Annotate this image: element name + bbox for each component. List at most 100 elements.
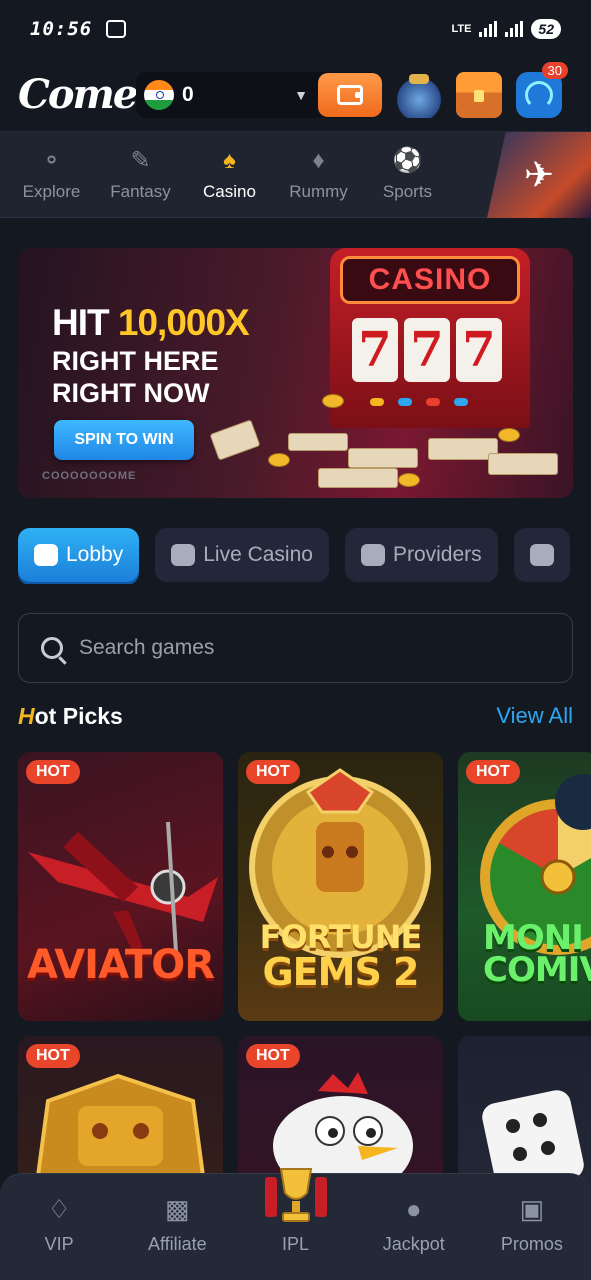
banner-line-2: RIGHT NOW	[52, 378, 210, 408]
chevron-down-icon[interactable]: ▼	[294, 87, 308, 103]
slot-machine-illustration: CASINO 7 7 7	[330, 248, 530, 428]
reel: 7	[456, 318, 502, 382]
signal-icon-2	[505, 21, 524, 37]
tab-label: Live Casino	[203, 543, 313, 566]
cash-stack	[209, 419, 261, 461]
play-icon	[171, 544, 196, 566]
nav-affiliate[interactable]: ▩ Affiliate	[118, 1194, 236, 1280]
balance-selector[interactable]: 0 ▼	[136, 71, 382, 118]
battery-indicator: 52	[531, 19, 561, 39]
promo-banner[interactable]: CASINO 7 7 7 HIT 10,000X RIGHT HERE RIGH…	[18, 248, 573, 498]
search-icon	[41, 637, 63, 659]
nav-label: IPL	[281, 1234, 310, 1254]
tab-providers[interactable]: Providers	[344, 528, 498, 582]
spade-icon: ♠	[223, 146, 236, 174]
soccer-ball-icon: ⚽	[392, 147, 423, 174]
support-icon[interactable]: 30	[516, 61, 568, 118]
coin	[322, 394, 344, 408]
nav-jackpot[interactable]: ● Jackpot	[355, 1194, 473, 1280]
category-nav: ⚬ Explore ✎ Fantasy ♠ Casino ♦ Rummy ⚽ S…	[0, 132, 591, 218]
gift-icon: ▣	[519, 1193, 545, 1224]
aviator-promo-thumbnail[interactable]: ✈	[487, 132, 591, 218]
nav-vip[interactable]: ♢ VIP	[0, 1194, 118, 1280]
banner-hit-text: HIT	[52, 302, 110, 343]
cash-stack	[348, 448, 418, 468]
game-card-aviator[interactable]: HOT AVIATOR	[18, 752, 223, 1021]
banner-line-1: RIGHT HERE	[52, 346, 219, 376]
category-label: Explore	[22, 181, 81, 201]
category-label: Sports	[382, 181, 433, 201]
cards-icon: ♦	[312, 146, 325, 174]
balance-value: 0	[182, 82, 194, 106]
coin	[268, 453, 290, 467]
hot-badge: HOT	[26, 760, 80, 784]
trophy-icon[interactable]	[263, 1163, 329, 1231]
game-card-fortune-gems-2[interactable]: HOT FORTUNE GEMS 2	[238, 752, 443, 1021]
app-logo[interactable]: Come	[18, 71, 138, 118]
casino-sign: CASINO	[340, 256, 520, 304]
category-sports[interactable]: ⚽ Sports	[363, 147, 452, 202]
coin	[498, 428, 520, 442]
slot-buttons	[370, 398, 468, 406]
status-indicators: LTE 52	[451, 19, 561, 39]
nav-promos[interactable]: ▣ Promos	[473, 1194, 591, 1280]
category-label: Rummy	[289, 181, 348, 201]
reel: 7	[404, 318, 450, 382]
casino-tabs: Lobby Live Casino Providers	[18, 528, 591, 584]
gamepad-icon	[34, 544, 58, 566]
diamond-icon: ♢	[47, 1193, 71, 1224]
category-label: Fantasy	[110, 181, 171, 201]
banner-amount: 10,000X	[117, 302, 250, 343]
provider-icon	[360, 544, 385, 566]
status-time: 10:56	[30, 18, 93, 40]
category-casino[interactable]: ♠ Casino	[185, 146, 274, 202]
hot-picks-title-rest: ot Picks	[34, 703, 123, 729]
tab-label: Providers	[392, 543, 482, 566]
tab-label: Lobby	[66, 543, 124, 566]
spin-to-win-button[interactable]: SPIN TO WIN	[54, 420, 194, 460]
cash-stack	[488, 453, 558, 475]
game-title-line2: GEMS 2	[262, 950, 419, 994]
tab-slots[interactable]	[513, 528, 570, 582]
tab-lobby[interactable]: Lobby	[18, 528, 140, 582]
treasure-chest-icon[interactable]	[456, 71, 502, 118]
network-label: LTE	[451, 23, 472, 35]
hot-badge: HOT	[246, 1044, 300, 1068]
category-fantasy[interactable]: ✎ Fantasy	[96, 147, 185, 202]
notification-badge: 30	[541, 61, 568, 79]
status-bar: 10:56 LTE 52	[0, 0, 591, 58]
game-title: AVIATOR	[26, 942, 215, 988]
cash-stack	[318, 468, 398, 488]
wallet-button[interactable]	[318, 72, 382, 117]
cash-stack	[288, 433, 348, 451]
app-header: Come 0 ▼ 30	[0, 58, 591, 132]
game-card-money-coming[interactable]: HOT MONI COMIV	[458, 752, 591, 1021]
tab-live-casino[interactable]: Live Casino	[155, 528, 329, 582]
wallet-icon	[337, 84, 363, 105]
screen-record-icon	[106, 20, 127, 38]
piggy-jar-icon[interactable]	[396, 71, 442, 118]
slot-reels: 7 7 7	[352, 318, 502, 382]
hot-picks-title: Hot Picks	[18, 703, 123, 730]
dice-illustration	[482, 1090, 584, 1176]
search-input[interactable]	[79, 636, 519, 660]
reel: 7	[352, 318, 398, 382]
nav-label: Promos	[500, 1234, 563, 1254]
nav-label: Jackpot	[382, 1234, 445, 1254]
nav-label: Affiliate	[147, 1234, 207, 1254]
slot-machine-icon	[529, 544, 554, 566]
briefcase-icon: ▩	[165, 1193, 190, 1224]
view-all-link[interactable]: View All	[496, 703, 573, 729]
pager-text: COOOOOOOME	[42, 470, 137, 482]
cricket-bat-icon: ✎	[130, 147, 151, 174]
category-explore[interactable]: ⚬ Explore	[7, 147, 96, 202]
category-rummy[interactable]: ♦ Rummy	[274, 146, 363, 202]
hot-badge: HOT	[246, 760, 300, 784]
game-title-line2: COMIV	[483, 950, 591, 990]
hot-badge: HOT	[26, 1044, 80, 1068]
banner-headline: HIT 10,000X	[52, 302, 250, 344]
coin	[398, 473, 420, 487]
hot-badge: HOT	[466, 760, 520, 784]
banner-pager: COOOOOOOME	[42, 470, 136, 482]
india-flag-icon	[144, 79, 174, 110]
